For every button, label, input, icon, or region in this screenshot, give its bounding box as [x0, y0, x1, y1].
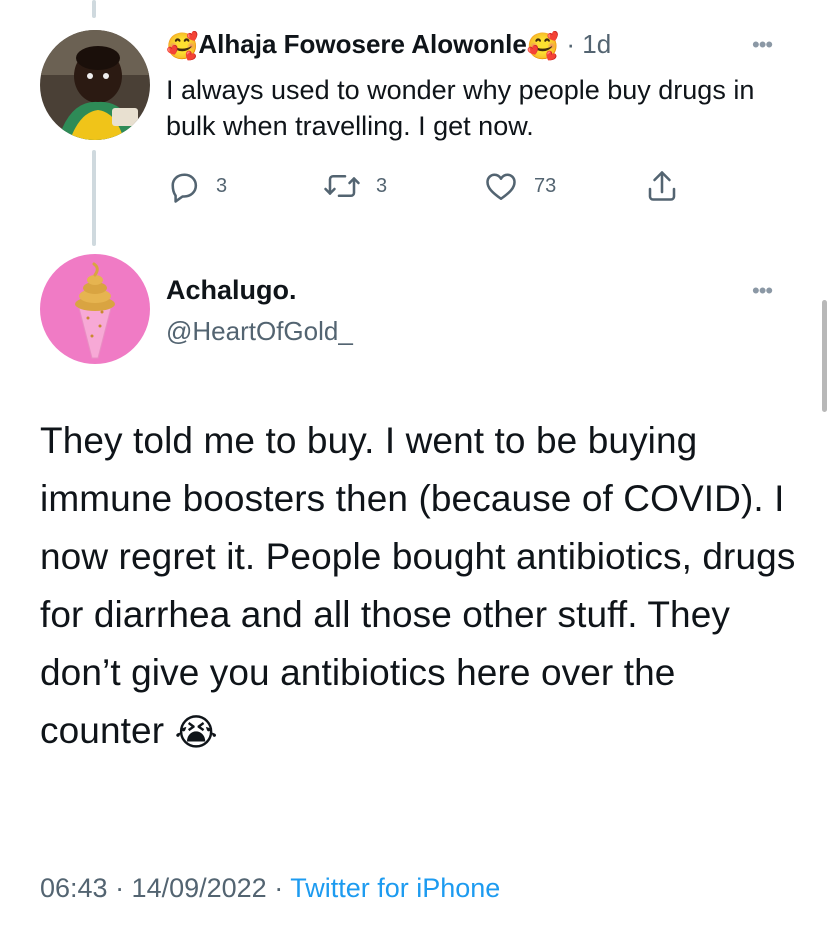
parent-timestamp[interactable]: · 1d [566, 29, 611, 59]
parent-header: 🥰Alhaja Fowosere Alowonle🥰 · 1d [166, 26, 611, 64]
like-count: 73 [534, 174, 557, 197]
main-more-icon[interactable]: ••• [752, 280, 773, 302]
parent-action-bar: 3 3 73 [0, 168, 829, 204]
author-avatar[interactable] [40, 254, 150, 364]
author-handle[interactable]: @HeartOfGold_ [166, 313, 353, 349]
parent-tweet-text: I always used to wonder why people buy d… [166, 75, 755, 141]
reply-count: 3 [216, 174, 228, 197]
tweet-source-link[interactable]: Twitter for iPhone [290, 873, 500, 903]
loudly-crying-emoji: 😭 [174, 712, 218, 754]
parent-avatar[interactable] [40, 30, 150, 140]
scrollbar-thumb[interactable] [822, 300, 827, 412]
thread-line-top [92, 0, 96, 18]
smiling-hearts-emoji: 🥰 [166, 31, 199, 62]
heart-icon [486, 173, 516, 201]
main-tweet-body: They told me to buy. I went to be buying… [40, 420, 796, 751]
main-tweet-text: They told me to buy. I went to be buying… [40, 412, 800, 762]
tweet-timestamp[interactable]: 06:43 · 14/09/2022 · [40, 873, 290, 903]
like-button[interactable]: 73 [482, 168, 556, 204]
tweet-meta: 06:43 · 14/09/2022 · Twitter for iPhone [40, 868, 500, 908]
parent-more-icon[interactable]: ••• [752, 34, 773, 56]
share-button[interactable] [644, 168, 680, 204]
retweet-icon [324, 174, 360, 198]
parent-display-name[interactable]: Alhaja Fowosere Alowonle [198, 29, 526, 59]
smiling-hearts-emoji-trailing: 🥰 [526, 31, 560, 62]
retweet-count: 3 [376, 174, 388, 197]
share-icon [648, 171, 676, 201]
retweet-button[interactable]: 3 [322, 168, 387, 204]
reply-icon [171, 173, 198, 203]
author-display-name[interactable]: Achalugo. [166, 272, 297, 308]
reply-button[interactable]: 3 [166, 168, 227, 204]
